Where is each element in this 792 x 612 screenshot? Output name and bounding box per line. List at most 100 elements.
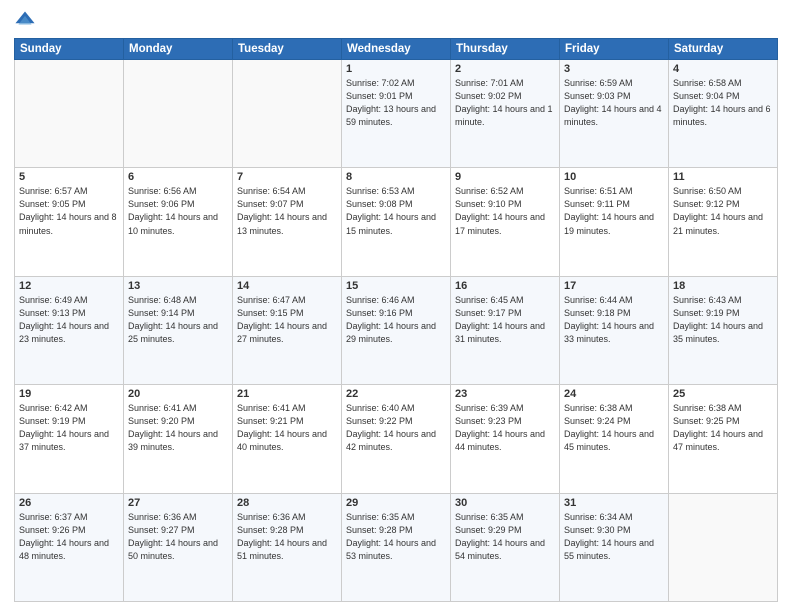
day-number: 10: [564, 171, 664, 183]
calendar-cell: 8 Sunrise: 6:53 AMSunset: 9:08 PMDaylight…: [342, 168, 451, 276]
calendar-week-row: 26 Sunrise: 6:37 AMSunset: 9:26 PMDayligh…: [15, 493, 778, 601]
day-number: 18: [673, 280, 773, 292]
day-info: Sunrise: 6:41 AMSunset: 9:20 PMDaylight:…: [128, 402, 228, 454]
day-number: 11: [673, 171, 773, 183]
day-number: 4: [673, 63, 773, 75]
day-info: Sunrise: 6:52 AMSunset: 9:10 PMDaylight:…: [455, 185, 555, 237]
day-info: Sunrise: 6:46 AMSunset: 9:16 PMDaylight:…: [346, 294, 446, 346]
logo: [14, 10, 40, 32]
day-number: 17: [564, 280, 664, 292]
day-info: Sunrise: 6:34 AMSunset: 9:30 PMDaylight:…: [564, 511, 664, 563]
weekday-header-wednesday: Wednesday: [342, 39, 451, 60]
day-info: Sunrise: 6:36 AMSunset: 9:27 PMDaylight:…: [128, 511, 228, 563]
calendar-week-row: 19Sunrise: 6:42 AMSunset: 9:19 PMDayligh…: [15, 385, 778, 493]
day-info: Sunrise: 6:38 AMSunset: 9:24 PMDaylight:…: [564, 402, 664, 454]
day-number: 27: [128, 497, 228, 509]
day-info: Sunrise: 6:39 AMSunset: 9:23 PMDaylight:…: [455, 402, 555, 454]
calendar-cell: [15, 60, 124, 168]
calendar-cell: [233, 60, 342, 168]
calendar-cell: 18 Sunrise: 6:43 AMSunset: 9:19 PMDayligh…: [669, 276, 778, 384]
weekday-header-thursday: Thursday: [451, 39, 560, 60]
day-number: 22: [346, 388, 446, 400]
day-info: Sunrise: 7:02 AMSunset: 9:01 PMDaylight:…: [346, 77, 446, 129]
day-info: Sunrise: 7:01 AMSunset: 9:02 PMDaylight:…: [455, 77, 555, 129]
day-info: Sunrise: 6:43 AMSunset: 9:19 PMDaylight:…: [673, 294, 773, 346]
day-number: 23: [455, 388, 555, 400]
weekday-header-saturday: Saturday: [669, 39, 778, 60]
day-number: 2: [455, 63, 555, 75]
calendar-cell: 13 Sunrise: 6:48 AMSunset: 9:14 PMDayligh…: [124, 276, 233, 384]
calendar-cell: 2 Sunrise: 7:01 AMSunset: 9:02 PMDaylight…: [451, 60, 560, 168]
day-number: 30: [455, 497, 555, 509]
day-number: 21: [237, 388, 337, 400]
day-info: Sunrise: 6:38 AMSunset: 9:25 PMDaylight:…: [673, 402, 773, 454]
day-info: Sunrise: 6:53 AMSunset: 9:08 PMDaylight:…: [346, 185, 446, 237]
calendar-cell: 27 Sunrise: 6:36 AMSunset: 9:27 PMDayligh…: [124, 493, 233, 601]
day-info: Sunrise: 6:49 AMSunset: 9:13 PMDaylight:…: [19, 294, 119, 346]
weekday-header-sunday: Sunday: [15, 39, 124, 60]
day-number: 25: [673, 388, 773, 400]
calendar-cell: 24 Sunrise: 6:38 AMSunset: 9:24 PMDayligh…: [560, 385, 669, 493]
day-info: Sunrise: 6:45 AMSunset: 9:17 PMDaylight:…: [455, 294, 555, 346]
day-number: 26: [19, 497, 119, 509]
day-number: 14: [237, 280, 337, 292]
day-info: Sunrise: 6:51 AMSunset: 9:11 PMDaylight:…: [564, 185, 664, 237]
day-info: Sunrise: 6:37 AMSunset: 9:26 PMDaylight:…: [19, 511, 119, 563]
calendar-body: 1 Sunrise: 7:02 AMSunset: 9:01 PMDaylight…: [15, 60, 778, 602]
day-number: 7: [237, 171, 337, 183]
day-info: Sunrise: 6:57 AMSunset: 9:05 PMDaylight:…: [19, 185, 119, 237]
day-number: 24: [564, 388, 664, 400]
day-number: 13: [128, 280, 228, 292]
calendar-cell: 31 Sunrise: 6:34 AMSunset: 9:30 PMDayligh…: [560, 493, 669, 601]
day-info: Sunrise: 6:50 AMSunset: 9:12 PMDaylight:…: [673, 185, 773, 237]
calendar-cell: 19Sunrise: 6:42 AMSunset: 9:19 PMDayligh…: [15, 385, 124, 493]
day-number: 31: [564, 497, 664, 509]
day-number: 15: [346, 280, 446, 292]
day-info: Sunrise: 6:44 AMSunset: 9:18 PMDaylight:…: [564, 294, 664, 346]
calendar-cell: 1 Sunrise: 7:02 AMSunset: 9:01 PMDaylight…: [342, 60, 451, 168]
day-number: 5: [19, 171, 119, 183]
day-info: Sunrise: 6:48 AMSunset: 9:14 PMDaylight:…: [128, 294, 228, 346]
calendar-cell: 29 Sunrise: 6:35 AMSunset: 9:28 PMDayligh…: [342, 493, 451, 601]
calendar-cell: 20 Sunrise: 6:41 AMSunset: 9:20 PMDayligh…: [124, 385, 233, 493]
calendar-cell: 10 Sunrise: 6:51 AMSunset: 9:11 PMDayligh…: [560, 168, 669, 276]
calendar-cell: 17 Sunrise: 6:44 AMSunset: 9:18 PMDayligh…: [560, 276, 669, 384]
calendar-week-row: 1 Sunrise: 7:02 AMSunset: 9:01 PMDaylight…: [15, 60, 778, 168]
calendar-cell: 5 Sunrise: 6:57 AMSunset: 9:05 PMDaylight…: [15, 168, 124, 276]
day-info: Sunrise: 6:42 AMSunset: 9:19 PMDaylight:…: [19, 402, 119, 454]
day-number: 16: [455, 280, 555, 292]
calendar-cell: 6 Sunrise: 6:56 AMSunset: 9:06 PMDaylight…: [124, 168, 233, 276]
calendar-cell: 11 Sunrise: 6:50 AMSunset: 9:12 PMDayligh…: [669, 168, 778, 276]
calendar-cell: 16 Sunrise: 6:45 AMSunset: 9:17 PMDayligh…: [451, 276, 560, 384]
calendar-cell: 15 Sunrise: 6:46 AMSunset: 9:16 PMDayligh…: [342, 276, 451, 384]
day-info: Sunrise: 6:54 AMSunset: 9:07 PMDaylight:…: [237, 185, 337, 237]
calendar-cell: [669, 493, 778, 601]
day-number: 28: [237, 497, 337, 509]
day-number: 20: [128, 388, 228, 400]
calendar-cell: 4 Sunrise: 6:58 AMSunset: 9:04 PMDaylight…: [669, 60, 778, 168]
calendar-cell: 26 Sunrise: 6:37 AMSunset: 9:26 PMDayligh…: [15, 493, 124, 601]
calendar-week-row: 12Sunrise: 6:49 AMSunset: 9:13 PMDayligh…: [15, 276, 778, 384]
weekday-header-tuesday: Tuesday: [233, 39, 342, 60]
day-number: 8: [346, 171, 446, 183]
day-number: 1: [346, 63, 446, 75]
day-number: 6: [128, 171, 228, 183]
logo-icon: [14, 10, 36, 32]
weekday-header-monday: Monday: [124, 39, 233, 60]
day-number: 29: [346, 497, 446, 509]
calendar-cell: 7 Sunrise: 6:54 AMSunset: 9:07 PMDaylight…: [233, 168, 342, 276]
day-info: Sunrise: 6:35 AMSunset: 9:29 PMDaylight:…: [455, 511, 555, 563]
day-info: Sunrise: 6:58 AMSunset: 9:04 PMDaylight:…: [673, 77, 773, 129]
page: SundayMondayTuesdayWednesdayThursdayFrid…: [0, 0, 792, 612]
weekday-header-row: SundayMondayTuesdayWednesdayThursdayFrid…: [15, 39, 778, 60]
day-info: Sunrise: 6:56 AMSunset: 9:06 PMDaylight:…: [128, 185, 228, 237]
calendar-cell: 23 Sunrise: 6:39 AMSunset: 9:23 PMDayligh…: [451, 385, 560, 493]
calendar-cell: 14Sunrise: 6:47 AMSunset: 9:15 PMDayligh…: [233, 276, 342, 384]
calendar-cell: 9Sunrise: 6:52 AMSunset: 9:10 PMDaylight…: [451, 168, 560, 276]
calendar-cell: 28Sunrise: 6:36 AMSunset: 9:28 PMDayligh…: [233, 493, 342, 601]
calendar-cell: 21Sunrise: 6:41 AMSunset: 9:21 PMDayligh…: [233, 385, 342, 493]
day-info: Sunrise: 6:40 AMSunset: 9:22 PMDaylight:…: [346, 402, 446, 454]
day-info: Sunrise: 6:35 AMSunset: 9:28 PMDaylight:…: [346, 511, 446, 563]
calendar-cell: 25 Sunrise: 6:38 AMSunset: 9:25 PMDayligh…: [669, 385, 778, 493]
weekday-header-friday: Friday: [560, 39, 669, 60]
